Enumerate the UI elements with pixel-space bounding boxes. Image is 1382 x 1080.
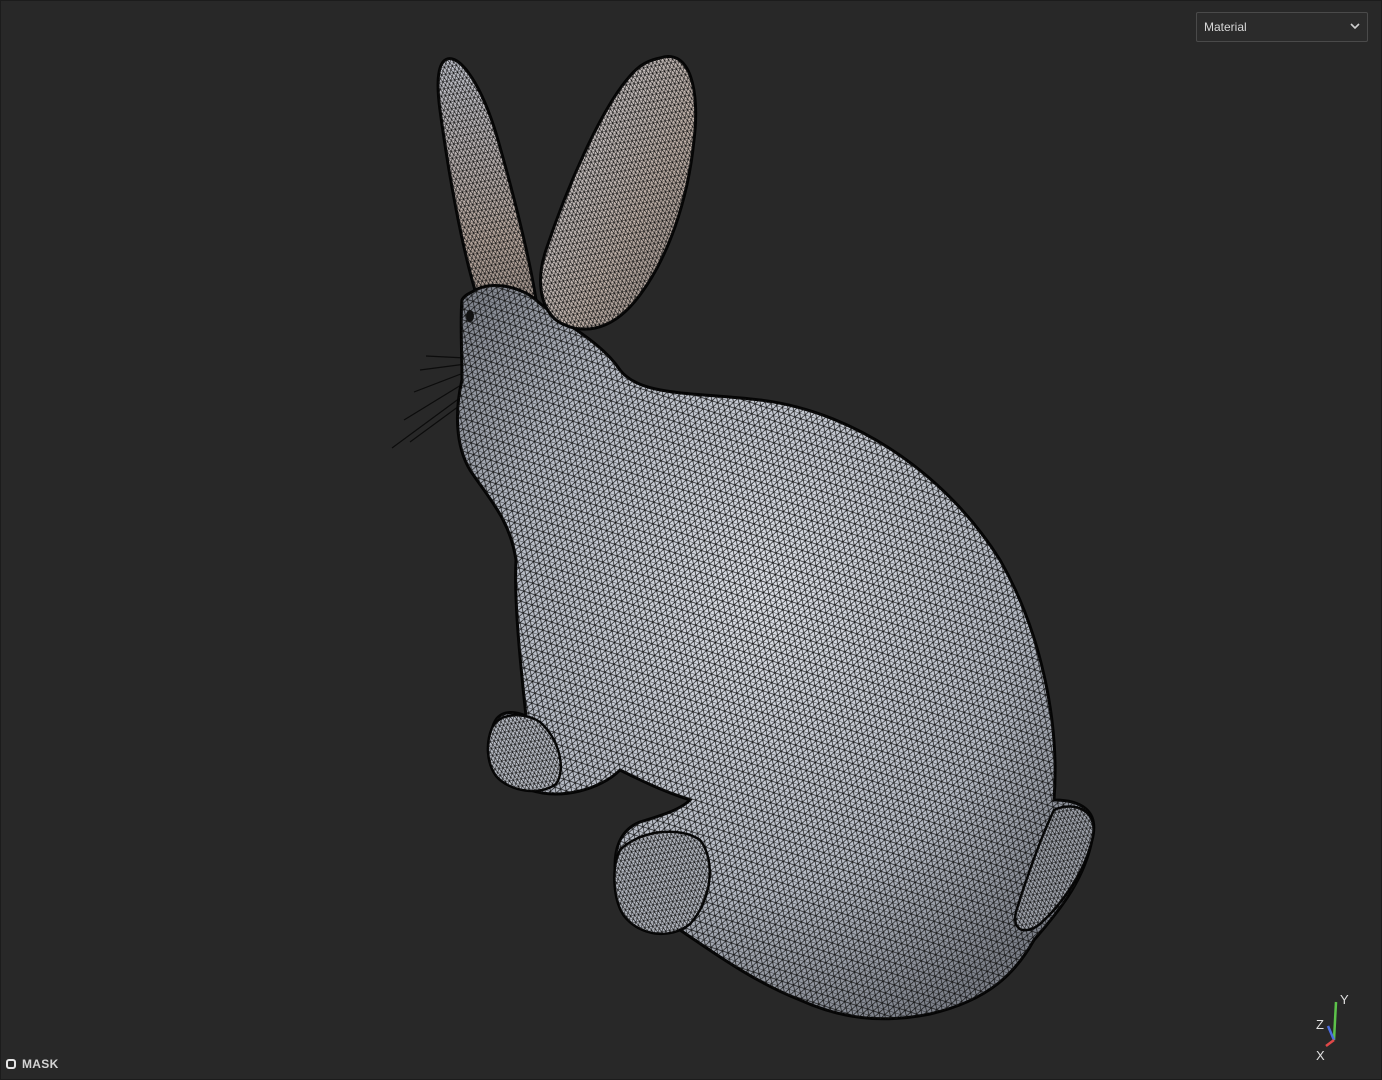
mask-label: MASK <box>22 1057 59 1071</box>
shading-mode-dropdown[interactable]: Material <box>1196 12 1368 42</box>
z-axis-label: Z <box>1316 1017 1324 1032</box>
shading-mode-value: Material <box>1204 20 1247 34</box>
mask-checkbox-icon <box>6 1059 16 1069</box>
y-axis-label: Y <box>1340 992 1349 1007</box>
x-axis-label: X <box>1316 1048 1325 1063</box>
x-axis-line <box>1325 1039 1335 1047</box>
axis-gizmo[interactable]: Y Z X <box>1306 988 1356 1064</box>
mask-toggle[interactable]: MASK <box>6 1055 59 1073</box>
chevron-down-icon <box>1350 23 1360 30</box>
z-axis-line <box>1326 1025 1336 1041</box>
bunny-mesh[interactable] <box>0 0 1382 1080</box>
y-axis-line <box>1332 1001 1338 1041</box>
3d-viewport[interactable]: Material MASK Y Z X <box>0 0 1382 1080</box>
